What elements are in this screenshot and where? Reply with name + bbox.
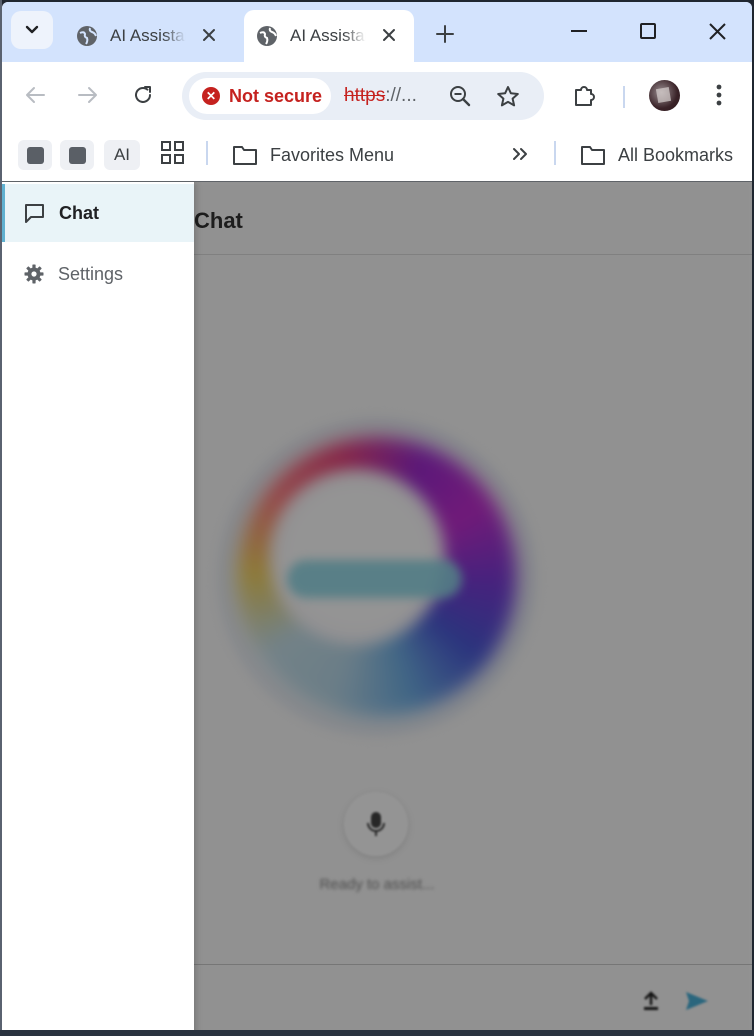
not-secure-label: Not secure bbox=[229, 85, 323, 106]
bookmark-item[interactable] bbox=[60, 140, 94, 170]
nav-item-settings[interactable]: Settings bbox=[2, 245, 194, 303]
folder-icon bbox=[581, 146, 605, 165]
nav-item-label: Chat bbox=[59, 202, 99, 223]
apps-grid-icon[interactable] bbox=[160, 140, 186, 166]
bookmarks-divider bbox=[554, 141, 556, 165]
nav-item-label: Settings bbox=[58, 263, 124, 284]
taskbar bbox=[0, 1030, 754, 1036]
reload-icon bbox=[135, 86, 151, 103]
maximize-button[interactable] bbox=[633, 16, 663, 46]
bookmark-folder-favorites[interactable]: Favorites Menu bbox=[232, 138, 394, 172]
tab-inactive[interactable]: AI Assistant bbox=[64, 10, 234, 62]
extensions-button[interactable] bbox=[570, 80, 600, 110]
profile-avatar[interactable] bbox=[649, 80, 680, 111]
tab-title: AI Assistant bbox=[110, 26, 186, 45]
tab-strip: AI Assistant AI Assistant bbox=[2, 2, 752, 62]
arrow-right-icon bbox=[78, 87, 97, 103]
bookmark-favicon bbox=[26, 146, 44, 164]
close-icon bbox=[383, 29, 395, 41]
chevron-double-right-icon bbox=[513, 148, 527, 160]
url-rest: ://... bbox=[385, 85, 417, 106]
tab-close-button[interactable] bbox=[198, 24, 220, 46]
all-bookmarks-label: All Bookmarks bbox=[618, 144, 734, 165]
folder-icon bbox=[233, 146, 257, 165]
zoom-out-icon bbox=[450, 86, 471, 107]
zoom-button[interactable] bbox=[447, 83, 473, 109]
forward-button[interactable] bbox=[72, 79, 104, 111]
bookmarks-overflow-button[interactable] bbox=[508, 142, 532, 166]
globe-icon bbox=[77, 26, 97, 46]
arrow-left-icon bbox=[26, 87, 45, 103]
new-tab-button[interactable] bbox=[430, 19, 460, 49]
chat-bubble-icon bbox=[25, 203, 44, 223]
browser-toolbar: ✕ Not secure https://... bbox=[2, 62, 752, 130]
back-button[interactable] bbox=[19, 79, 51, 111]
globe-icon bbox=[257, 26, 277, 46]
bookmark-folder-label: Favorites Menu bbox=[270, 144, 395, 165]
bookmark-favicon bbox=[68, 146, 86, 164]
page-content: Chat Ready to assist... Chat Settings bbox=[2, 182, 752, 1036]
bookmarks-divider bbox=[206, 141, 208, 165]
bookmark-ai[interactable]: AI bbox=[104, 140, 140, 170]
nav-item-chat[interactable]: Chat bbox=[2, 184, 194, 242]
toolbar-divider bbox=[623, 86, 625, 108]
tab-active[interactable]: AI Assistant bbox=[244, 10, 414, 62]
bookmark-item[interactable] bbox=[18, 140, 52, 170]
browser-menu-button[interactable] bbox=[704, 80, 734, 110]
minimize-icon bbox=[571, 30, 587, 32]
url-scheme: https bbox=[344, 85, 386, 106]
error-icon: ✕ bbox=[202, 87, 220, 105]
reload-button[interactable] bbox=[127, 79, 159, 111]
maximize-icon bbox=[640, 23, 656, 39]
all-bookmarks-button[interactable]: All Bookmarks bbox=[580, 138, 733, 172]
tab-search-button[interactable] bbox=[11, 11, 53, 49]
puzzle-icon bbox=[575, 86, 595, 106]
security-chip[interactable]: ✕ Not secure bbox=[189, 78, 331, 114]
close-icon bbox=[708, 22, 726, 40]
tab-title: AI Assistant bbox=[290, 26, 366, 45]
bookmarks-bar: AI Favorites Menu All Bookmarks bbox=[2, 130, 752, 182]
close-window-button[interactable] bbox=[702, 16, 732, 46]
more-vert-icon bbox=[716, 84, 722, 106]
nav-drawer: Chat Settings bbox=[2, 182, 194, 1036]
tab-close-button[interactable] bbox=[378, 24, 400, 46]
address-bar[interactable]: ✕ Not secure https://... bbox=[182, 72, 544, 120]
star-icon bbox=[497, 85, 519, 106]
plus-icon bbox=[436, 25, 454, 43]
chevron-down-icon bbox=[25, 25, 39, 34]
url-text[interactable]: https://... bbox=[344, 85, 417, 107]
browser-window: AI Assistant AI Assistant bbox=[2, 2, 752, 1036]
bookmark-star-button[interactable] bbox=[495, 83, 521, 109]
gear-icon bbox=[24, 264, 44, 284]
close-icon bbox=[203, 29, 215, 41]
minimize-button[interactable] bbox=[564, 16, 594, 46]
